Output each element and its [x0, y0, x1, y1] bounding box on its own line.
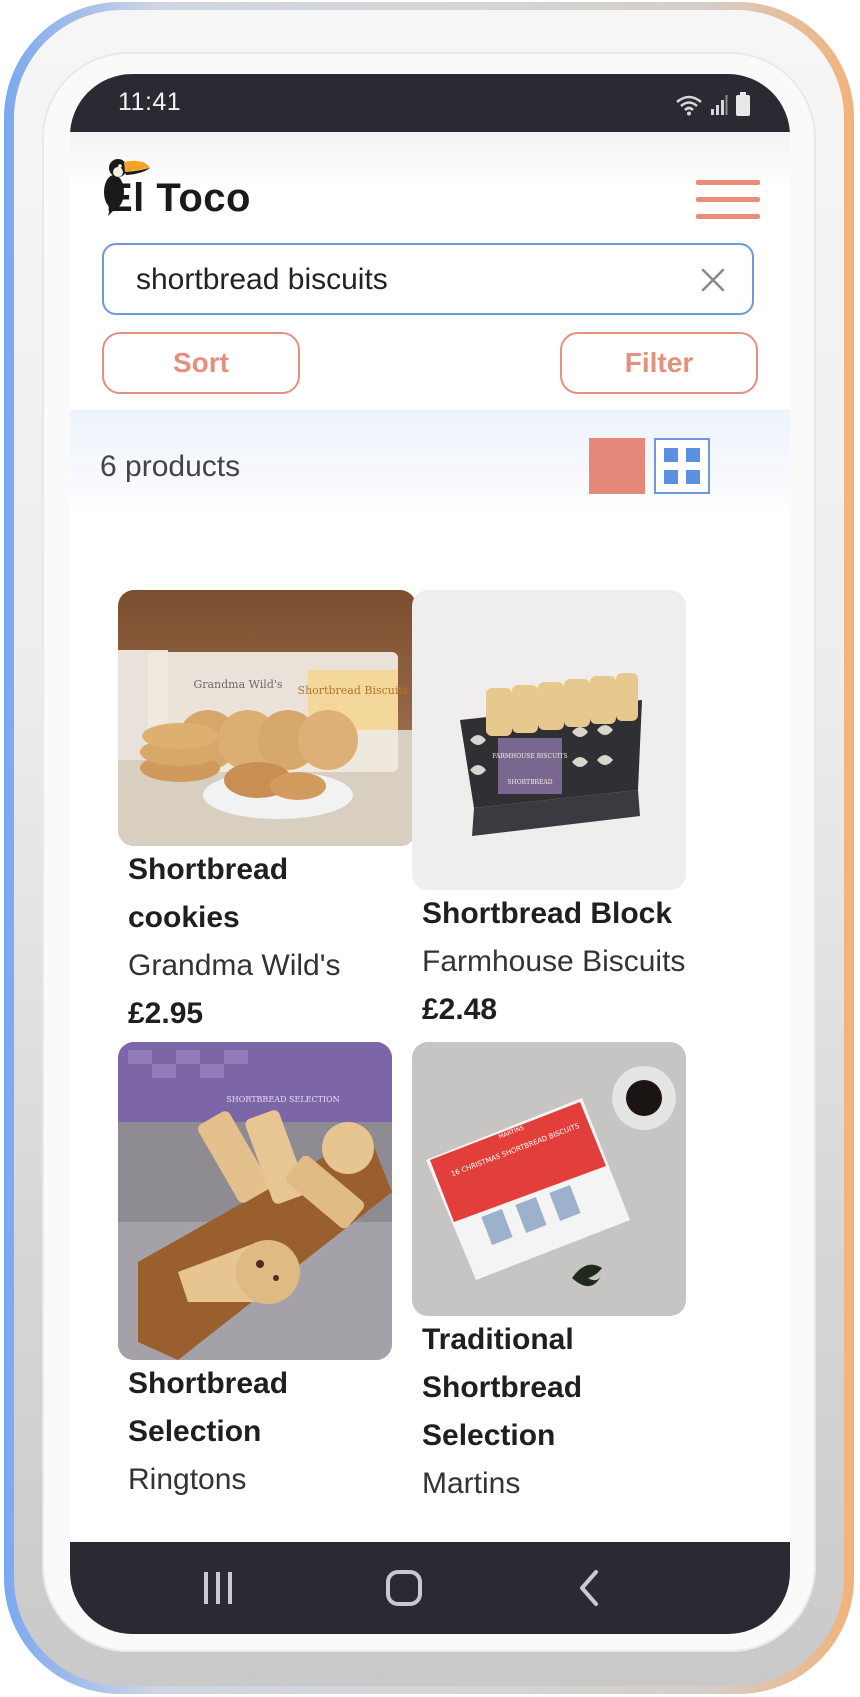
product-count: 6 products [100, 450, 241, 483]
product-price: £2.95 [128, 997, 204, 1030]
logo[interactable]: El Toco [100, 154, 320, 234]
sort-button[interactable]: Sort [102, 332, 300, 394]
home-icon[interactable] [374, 1566, 434, 1610]
status-icons [676, 90, 750, 116]
status-time: 11:41 [118, 88, 182, 116]
product-name: Shortbread [422, 1371, 583, 1404]
pack-title-label: SHORTBREAD [507, 779, 552, 786]
product-info-2: Shortbread Block Farmhouse Biscuits £2.4… [422, 890, 712, 1034]
product-name: Selection [128, 1415, 262, 1448]
product-image-3: SHORTBREAD SELECTION [118, 1042, 392, 1360]
wifi-icon [676, 95, 702, 116]
product-name: Shortbread [128, 1367, 289, 1400]
hamburger-icon [696, 180, 760, 226]
phone-screen: 11:41 El Toco shortbread biscuits Sort F… [70, 74, 790, 1634]
product-brand: Ringtons [128, 1463, 247, 1496]
product-image-2: FARMHOUSE BISCUITS SHORTBREAD [412, 590, 686, 890]
product-brand: Martins [422, 1467, 521, 1500]
box-label: SHORTBREAD SELECTION [226, 1095, 339, 1104]
search-input[interactable] [134, 259, 678, 301]
close-icon[interactable] [698, 265, 728, 295]
battery-icon [736, 92, 750, 116]
product-image-1: Shortbread Biscuits Grandma Wild's [118, 590, 416, 846]
results-bar: 6 products [70, 410, 790, 520]
product-name: Selection [422, 1419, 556, 1452]
product-brand: Grandma Wild's [128, 949, 341, 982]
product-info-3: Shortbread Selection Ringtons [128, 1360, 418, 1504]
grid-view-icon[interactable] [654, 438, 710, 494]
signal-icon [711, 95, 728, 115]
menu-button[interactable] [696, 180, 760, 226]
filter-button[interactable]: Filter [560, 332, 758, 394]
system-nav-bar [70, 1542, 790, 1634]
product-name: Traditional [422, 1323, 574, 1356]
pack-title-label: Shortbread Biscuits [298, 684, 409, 697]
status-bar: 11:41 [70, 74, 790, 132]
product-name: Shortbread [128, 853, 289, 886]
product-name: Shortbread Block [422, 897, 673, 930]
logo-text: El Toco [106, 176, 251, 220]
app-content: El Toco Sort Filter 6 products [70, 132, 790, 1614]
list-view-icon[interactable] [589, 438, 645, 494]
pack-brand-label: Grandma Wild's [193, 678, 282, 691]
product-image-4: MARTINS 16 CHRISTMAS SHORTBREAD BISCUITS [412, 1042, 686, 1316]
product-price: £2.48 [422, 993, 498, 1026]
product-name: cookies [128, 901, 240, 934]
product-info-1: Shortbread cookies Grandma Wild's £2.95 [128, 846, 418, 1038]
pack-brand-label: FARMHOUSE BISCUITS [492, 753, 567, 760]
product-brand: Farmhouse Biscuits [422, 945, 686, 978]
search-box [102, 243, 754, 315]
back-icon[interactable] [560, 1566, 620, 1610]
recent-apps-icon[interactable] [188, 1566, 248, 1610]
product-info-4: Traditional Shortbread Selection Martins [422, 1316, 712, 1508]
